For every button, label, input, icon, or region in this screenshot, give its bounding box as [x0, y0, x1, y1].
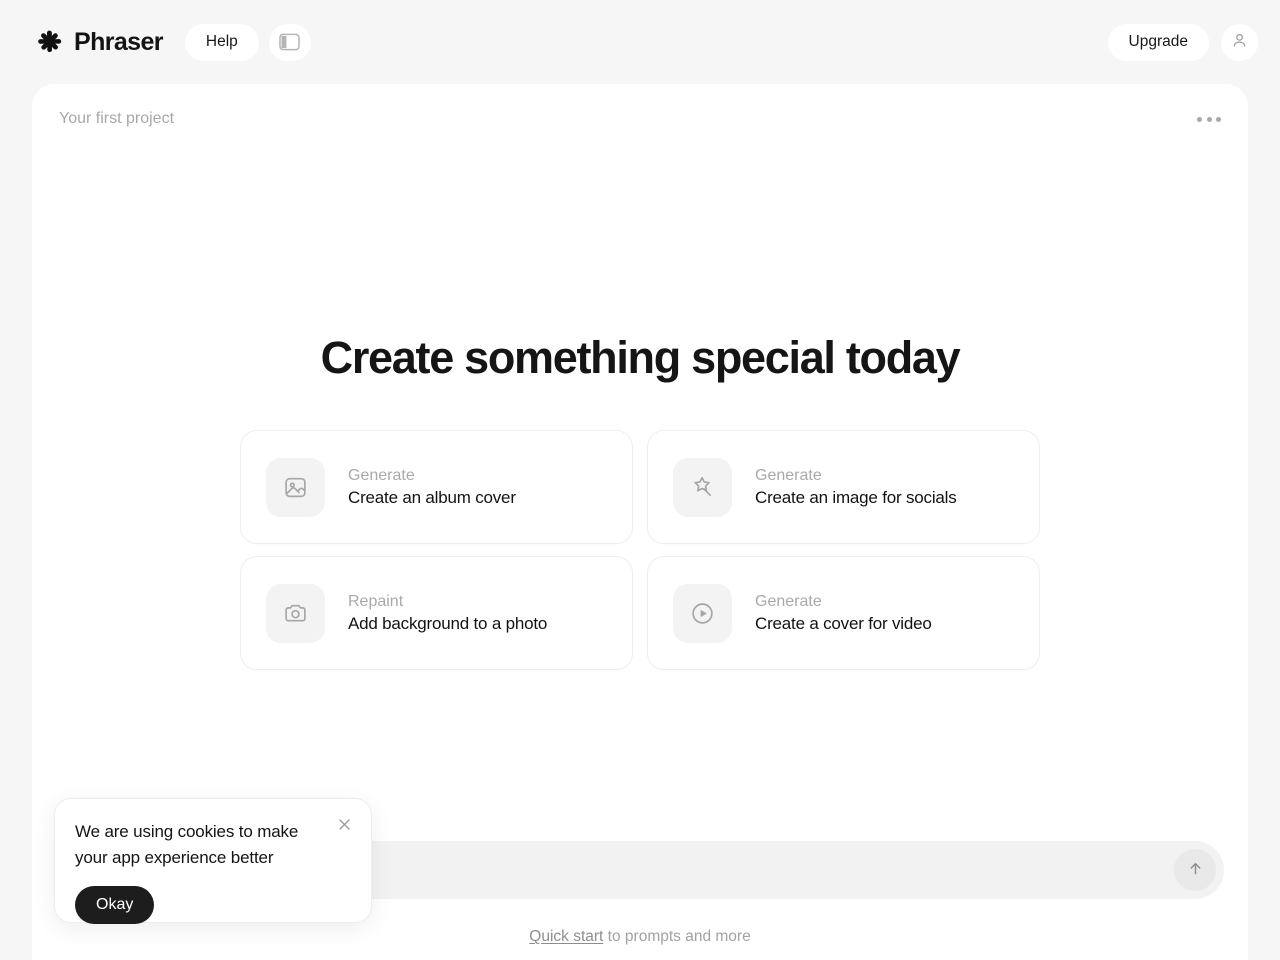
user-person-icon — [1231, 32, 1248, 52]
dot — [1206, 116, 1212, 122]
help-button[interactable]: Help — [184, 23, 259, 61]
top-bar: Phraser Help Upgrade — [0, 0, 1280, 84]
card-title: Create an album cover — [348, 487, 516, 507]
camera-icon — [266, 583, 325, 643]
avatar[interactable] — [1221, 23, 1258, 61]
quick-start-link[interactable]: Quick start — [529, 928, 603, 945]
project-more-button[interactable] — [1192, 104, 1226, 134]
card-text: Generate Create an album cover — [348, 467, 516, 508]
panel-header: Your first project — [32, 84, 1248, 154]
suggestion-cards: Generate Create an album cover Generate … — [240, 430, 1040, 670]
suggestion-card-add-background[interactable]: Repaint Add background to a photo — [240, 556, 633, 670]
close-x-icon — [337, 817, 352, 835]
brand-logo[interactable]: Phraser — [36, 27, 164, 57]
magic-wand-star-icon — [673, 457, 732, 517]
card-title: Add background to a photo — [348, 613, 548, 633]
cookie-okay-button[interactable]: Okay — [75, 886, 155, 924]
sidebar-toggle-button[interactable] — [268, 23, 311, 61]
cookie-close-button[interactable] — [331, 813, 357, 839]
card-label: Generate — [348, 466, 415, 484]
page-title: Create something special today — [320, 332, 961, 383]
arrow-up-icon — [1187, 860, 1204, 880]
sidebar-panel-icon — [279, 33, 301, 51]
card-text: Repaint Add background to a photo — [348, 593, 547, 634]
upgrade-button[interactable]: Upgrade — [1107, 23, 1209, 61]
card-label: Repaint — [348, 592, 404, 610]
suggestion-card-album-cover[interactable]: Generate Create an album cover — [240, 430, 633, 544]
suggestion-card-cover-for-video[interactable]: Generate Create a cover for video — [647, 556, 1040, 670]
card-title: Create a cover for video — [755, 613, 932, 633]
send-prompt-button[interactable] — [1174, 849, 1216, 891]
play-circle-icon — [673, 583, 732, 643]
brand-name: Phraser — [74, 27, 164, 56]
footnote-rest: to prompts and more — [603, 928, 751, 945]
card-text: Generate Create an image for socials — [755, 467, 957, 508]
hero-section: Create something special today — [32, 332, 1248, 384]
project-title: Your first project — [59, 110, 175, 127]
card-label: Generate — [755, 592, 822, 610]
card-title: Create an image for socials — [755, 487, 957, 507]
image-photo-icon — [266, 457, 325, 517]
asterisk-flower-icon — [36, 29, 63, 56]
cookie-message: We are using cookies to make your app ex… — [75, 822, 299, 867]
ellipsis-horizontal-icon — [1197, 116, 1221, 122]
card-text: Generate Create a cover for video — [755, 593, 932, 634]
suggestion-card-image-for-socials[interactable]: Generate Create an image for socials — [647, 430, 1040, 544]
card-label: Generate — [755, 466, 822, 484]
cookie-consent-dialog: We are using cookies to make your app ex… — [54, 798, 372, 924]
footnote: Quick start to prompts and more — [32, 928, 1248, 946]
dot — [1197, 116, 1202, 122]
dot — [1216, 116, 1221, 122]
